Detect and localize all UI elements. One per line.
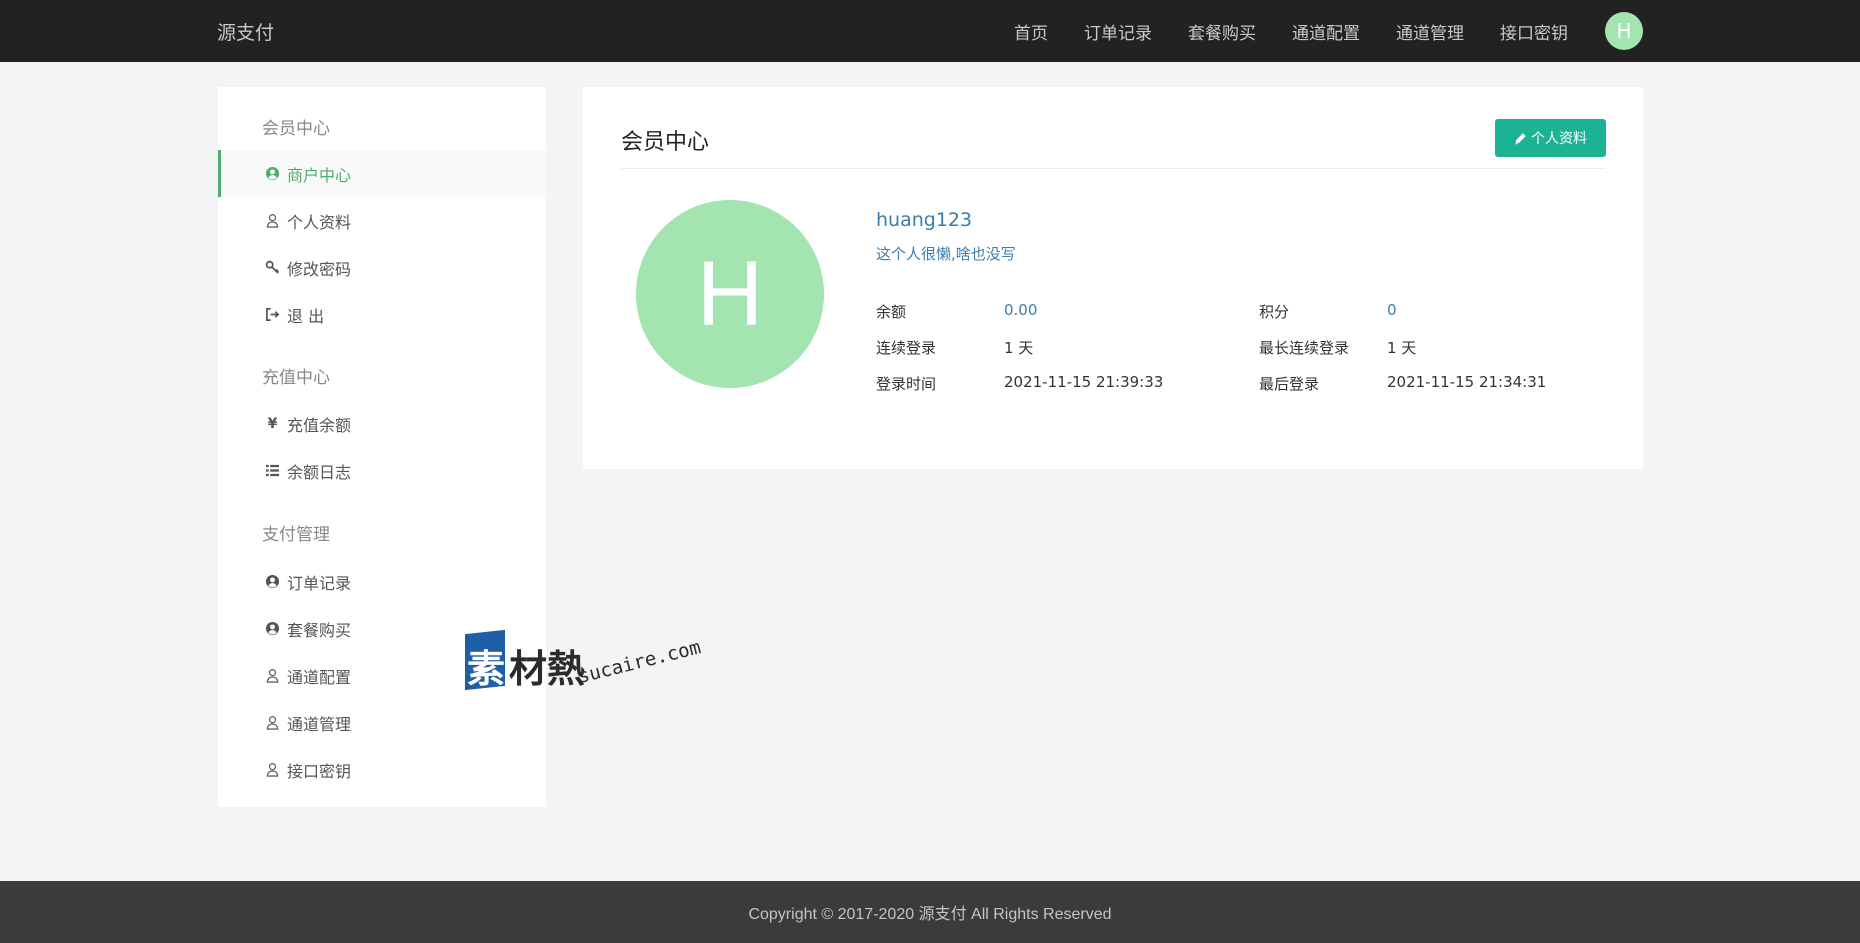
- sidebar-item-label: 修改密码: [287, 259, 352, 279]
- watermark-text: 材熱: [509, 647, 586, 691]
- key-icon: [265, 260, 280, 275]
- nav-home[interactable]: 首页: [1014, 19, 1048, 44]
- sidebar-item-api-key[interactable]: 接口密钥: [218, 746, 546, 793]
- sidebar-item-label: 充值余额: [287, 415, 352, 435]
- nav-api-key[interactable]: 接口密钥: [1500, 19, 1568, 44]
- sidebar-group-title: 充值中心: [262, 368, 330, 388]
- nav-channel-manage[interactable]: 通道管理: [1396, 19, 1464, 44]
- nav-orders[interactable]: 订单记录: [1084, 19, 1152, 44]
- nav-packages[interactable]: 套餐购买: [1188, 19, 1256, 44]
- sidebar-item-label: 退 出: [287, 306, 325, 326]
- brand-logo[interactable]: 源支付: [217, 18, 274, 45]
- user-circle-icon: [265, 166, 280, 181]
- sidebar-item-orders[interactable]: 订单记录: [218, 558, 546, 605]
- sidebar-item-label: 订单记录: [287, 573, 352, 593]
- sidebar-group-title: 会员中心: [262, 119, 330, 139]
- sidebar-item-label: 接口密钥: [287, 761, 352, 781]
- max-streak-label: 最长连续登录: [1259, 339, 1350, 357]
- top-navbar: 源支付 首页 订单记录 套餐购买 通道配置 通道管理 接口密钥 H: [0, 0, 1860, 62]
- member-center-panel: 会员中心 个人资料 H huang123 这个人很懒,啥也没写 余额 0.00 …: [583, 87, 1643, 469]
- watermark-url: sucaire.com: [575, 636, 704, 688]
- balance-label: 余额: [876, 303, 907, 321]
- watermark-char: 素: [467, 647, 506, 691]
- points-value[interactable]: 0: [1387, 301, 1397, 319]
- last-login-value: 2021-11-15 21:34:31: [1387, 373, 1547, 391]
- top-nav: 首页 订单记录 套餐购买 通道配置 通道管理 接口密钥 H: [1014, 0, 1860, 62]
- sidebar-item-label: 个人资料: [287, 212, 352, 232]
- user-icon: [265, 213, 280, 228]
- login-streak-label: 连续登录: [876, 339, 937, 357]
- divider: [621, 168, 1606, 169]
- user-icon: [265, 715, 280, 730]
- user-bio: 这个人很懒,啥也没写: [876, 245, 1016, 263]
- footer: Copyright © 2017-2020 源支付 All Rights Res…: [0, 881, 1860, 943]
- sign-out-icon: [265, 307, 280, 322]
- sidebar-item-label: 余额日志: [287, 462, 352, 482]
- points-label: 积分: [1259, 303, 1290, 321]
- sidebar-item-profile[interactable]: 个人资料: [218, 197, 546, 244]
- sidebar-item-label: 通道管理: [287, 714, 352, 734]
- sidebar-item-label: 商户中心: [287, 165, 352, 185]
- user-circle-icon: [265, 574, 280, 589]
- watermark: 素 材熱 sucaire.com: [465, 629, 715, 712]
- pencil-icon: [1515, 132, 1526, 144]
- login-time-label: 登录时间: [876, 375, 937, 393]
- sidebar-item-balance-log[interactable]: 余额日志: [218, 447, 546, 494]
- yen-icon: ¥: [267, 415, 278, 432]
- login-streak-value: 1 天: [1004, 339, 1034, 357]
- edit-profile-label: 个人资料: [1531, 131, 1587, 147]
- user-avatar[interactable]: H: [1605, 12, 1643, 50]
- sidebar-item-label: 通道配置: [287, 667, 352, 687]
- user-icon: [265, 668, 280, 683]
- balance-value[interactable]: 0.00: [1004, 301, 1037, 319]
- sidebar-item-merchant-center[interactable]: 商户中心: [218, 150, 546, 197]
- sidebar-item-change-password[interactable]: 修改密码: [218, 244, 546, 291]
- user-circle-icon: [265, 621, 280, 636]
- edit-profile-button[interactable]: 个人资料: [1495, 119, 1606, 157]
- sidebar-group-title: 支付管理: [262, 525, 330, 545]
- user-icon: [265, 762, 280, 777]
- last-login-label: 最后登录: [1259, 375, 1320, 393]
- nav-channel-config[interactable]: 通道配置: [1292, 19, 1360, 44]
- page-title: 会员中心: [621, 130, 710, 155]
- sidebar-item-logout[interactable]: 退 出: [218, 291, 546, 338]
- list-icon: [265, 463, 280, 478]
- username[interactable]: huang123: [876, 209, 972, 231]
- sidebar-item-label: 套餐购买: [287, 620, 352, 640]
- sidebar-item-recharge[interactable]: ¥ 充值余额: [218, 400, 546, 447]
- profile-avatar: H: [636, 200, 824, 388]
- login-time-value: 2021-11-15 21:39:33: [1004, 373, 1164, 391]
- max-streak-value: 1 天: [1387, 339, 1417, 357]
- copyright-text: Copyright © 2017-2020 源支付 All Rights Res…: [748, 906, 1112, 923]
